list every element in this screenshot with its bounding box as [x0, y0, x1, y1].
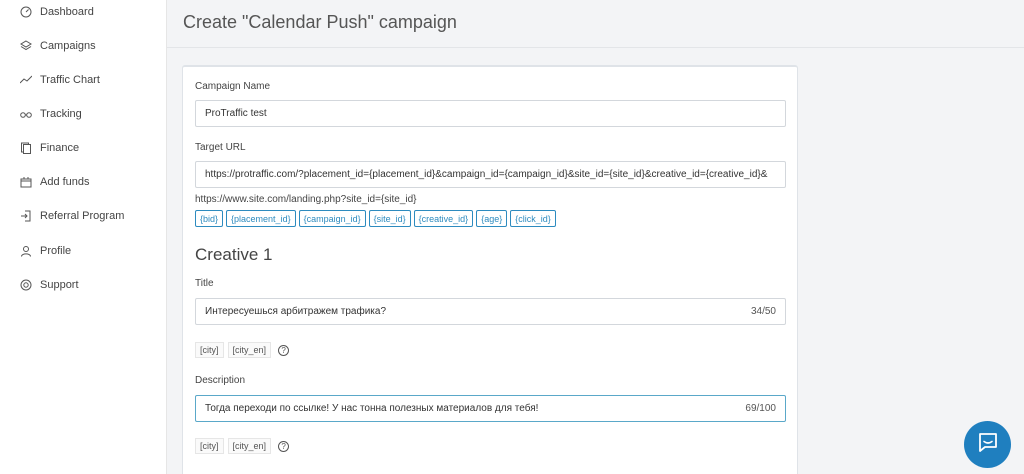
macro-tag-campaign-id[interactable]: {campaign_id}: [298, 210, 366, 227]
sidebar-item-label: Campaigns: [40, 40, 96, 52]
sidebar-item-referral-program[interactable]: Referral Program: [20, 206, 124, 226]
target-url-value: https://protraffic.com/?placement_id={pl…: [205, 169, 768, 180]
target-url-label: Target URL: [195, 142, 246, 153]
documents-icon: [20, 142, 32, 154]
sidebar-item-tracking[interactable]: Tracking: [20, 104, 82, 124]
chart-line-icon: [20, 74, 32, 86]
campaign-name-value: ProTraffic test: [205, 108, 267, 119]
sidebar-item-label: Support: [40, 279, 79, 291]
sidebar-item-label: Traffic Chart: [40, 74, 100, 86]
sidebar-item-add-funds[interactable]: Add funds: [20, 172, 90, 192]
description-char-counter: 69/100: [745, 403, 776, 414]
sidebar-item-label: Tracking: [40, 108, 82, 120]
description-input[interactable]: Тогда переходи по ссылке! У нас тонна по…: [195, 395, 786, 422]
help-icon[interactable]: ?: [278, 344, 290, 356]
macro-tags: {bid} {placement_id} {campaign_id} {site…: [195, 210, 556, 227]
title-input[interactable]: Интересуешься арбитражем трафика? 34/50: [195, 298, 786, 325]
sidebar-item-campaigns[interactable]: Campaigns: [20, 36, 96, 56]
title-label: Title: [195, 278, 214, 289]
page-header: Create "Calendar Push" campaign: [167, 0, 1024, 48]
sidebar-item-traffic-chart[interactable]: Traffic Chart: [20, 70, 100, 90]
exit-icon: [20, 210, 32, 222]
layers-icon: [20, 40, 32, 52]
title-value: Интересуешься арбитражем трафика?: [205, 306, 387, 317]
sidebar-item-profile[interactable]: Profile: [20, 241, 71, 261]
target-url-input[interactable]: https://protraffic.com/?placement_id={pl…: [195, 161, 786, 188]
dashboard-icon: [20, 6, 32, 18]
sidebar-item-finance[interactable]: Finance: [20, 138, 79, 158]
help-icon[interactable]: ?: [278, 440, 290, 452]
target-url-hint: https://www.site.com/landing.php?site_id…: [195, 194, 417, 205]
title-var-city-en[interactable]: [city_en]: [227, 342, 272, 358]
chat-launcher-button[interactable]: [964, 421, 1011, 468]
campaign-form: Campaign Name ProTraffic test Target URL…: [182, 65, 798, 474]
description-value: Тогда переходи по ссылке! У нас тонна по…: [205, 403, 539, 414]
title-variables: [city] [city_en] ?: [195, 342, 290, 358]
macro-tag-placement-id[interactable]: {placement_id}: [226, 210, 296, 227]
wallet-icon: [20, 176, 32, 188]
page-title: Create "Calendar Push" campaign: [183, 12, 457, 32]
macro-tag-bid[interactable]: {bid}: [195, 210, 224, 227]
glasses-icon: [20, 108, 32, 120]
description-label: Description: [195, 375, 246, 386]
sidebar-item-label: Dashboard: [40, 6, 94, 18]
sidebar: Dashboard Campaigns Traffic Chart Tracki…: [0, 0, 167, 474]
sidebar-item-label: Add funds: [40, 176, 90, 188]
chat-icon: [977, 431, 999, 458]
title-var-city[interactable]: [city]: [195, 342, 224, 358]
campaign-name-input[interactable]: ProTraffic test: [195, 100, 786, 127]
description-var-city-en[interactable]: [city_en]: [227, 438, 272, 454]
description-var-city[interactable]: [city]: [195, 438, 224, 454]
creative-heading: Creative 1: [195, 245, 273, 264]
macro-tag-age[interactable]: {age}: [476, 210, 508, 227]
sidebar-item-label: Finance: [40, 142, 80, 154]
title-char-counter: 34/50: [750, 306, 776, 317]
campaign-name-label: Campaign Name: [195, 81, 271, 92]
description-variables: [city] [city_en] ?: [195, 438, 290, 454]
sidebar-item-support[interactable]: Support: [20, 275, 79, 295]
user-icon: [20, 245, 32, 257]
sidebar-item-dashboard[interactable]: Dashboard: [20, 2, 94, 22]
sidebar-item-label: Profile: [40, 245, 72, 257]
sidebar-item-label: Referral Program: [40, 210, 125, 222]
lifebuoy-icon: [20, 279, 32, 291]
macro-tag-creative-id[interactable]: {creative_id}: [413, 210, 474, 227]
macro-tag-click-id[interactable]: {click_id}: [510, 210, 556, 227]
macro-tag-site-id[interactable]: {site_id}: [368, 210, 411, 227]
